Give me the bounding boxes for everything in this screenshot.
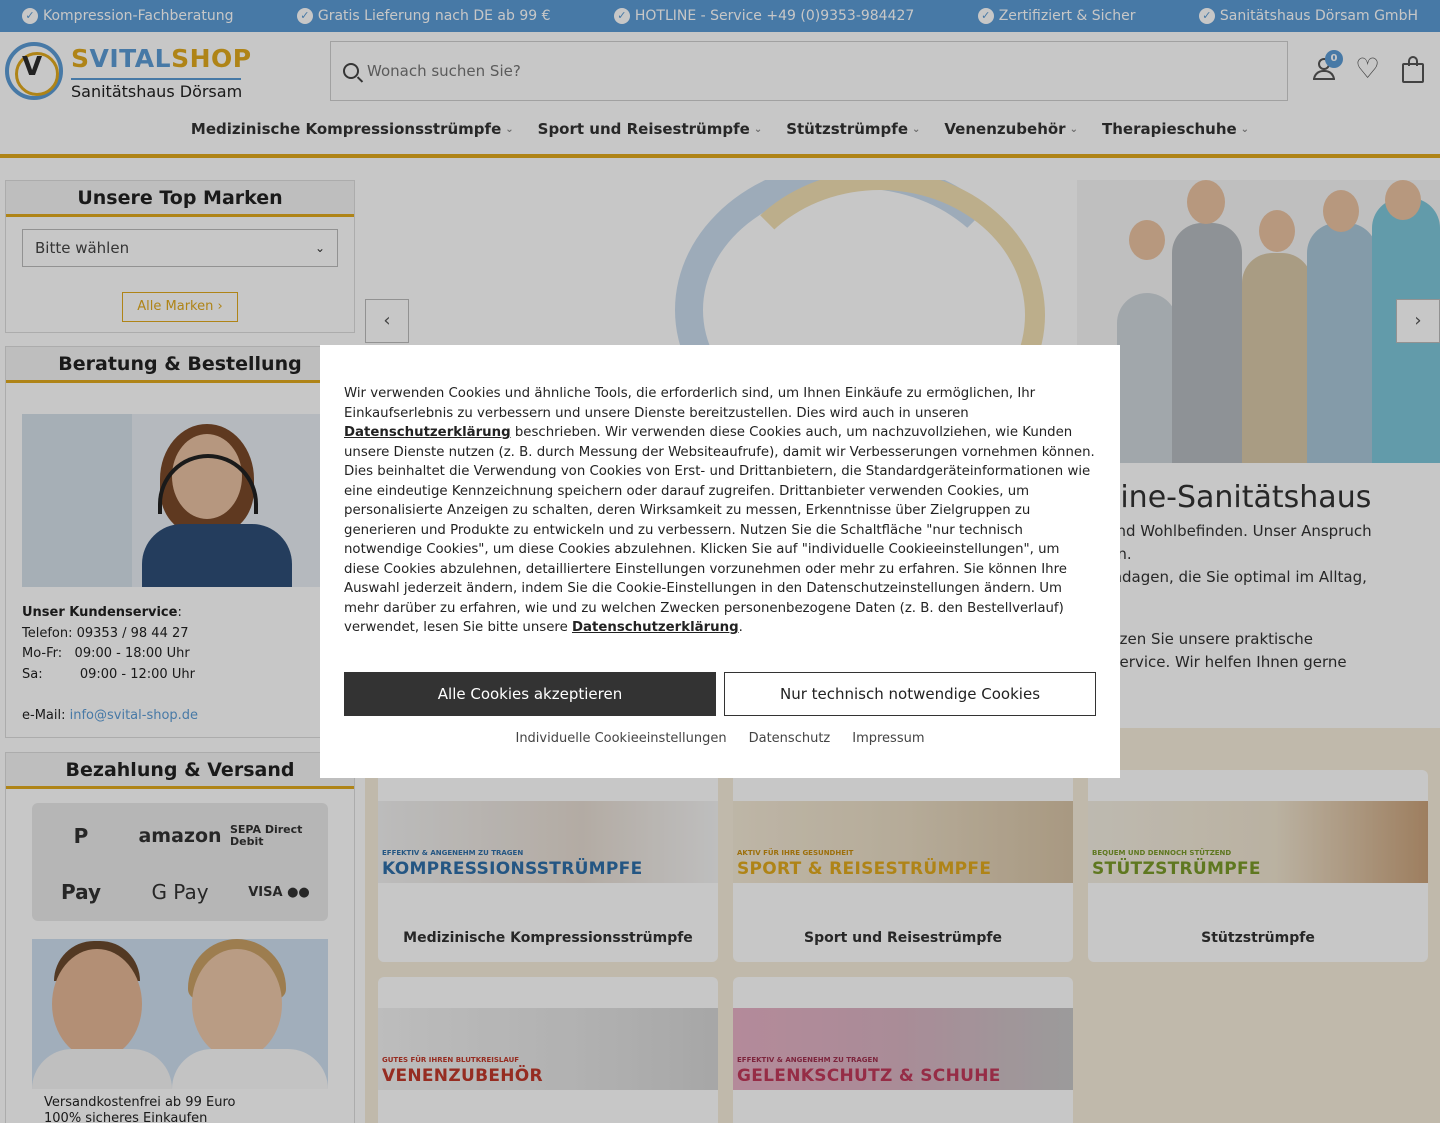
accept-all-cookies-button[interactable]: Alle Cookies akzeptieren (344, 672, 716, 716)
imprint-link[interactable]: Impressum (852, 731, 924, 746)
individual-cookie-settings-link[interactable]: Individuelle Cookieeinstellungen (515, 731, 726, 746)
cookie-consent-text: Wir verwenden Cookies und ähnliche Tools… (344, 386, 1095, 635)
privacy-policy-link[interactable]: Datenschutzerklärung (572, 620, 739, 635)
only-necessary-cookies-button[interactable]: Nur technisch notwendige Cookies (724, 672, 1096, 716)
privacy-link[interactable]: Datenschutz (749, 731, 831, 746)
logo-check-mark: V (22, 52, 43, 82)
cookie-footer-links: Individuelle Cookieeinstellungen Datensc… (320, 731, 1120, 746)
cookie-consent-dialog: Wir verwenden Cookies und ähnliche Tools… (320, 345, 1120, 778)
privacy-policy-link[interactable]: Datenschutzerklärung (344, 425, 511, 440)
